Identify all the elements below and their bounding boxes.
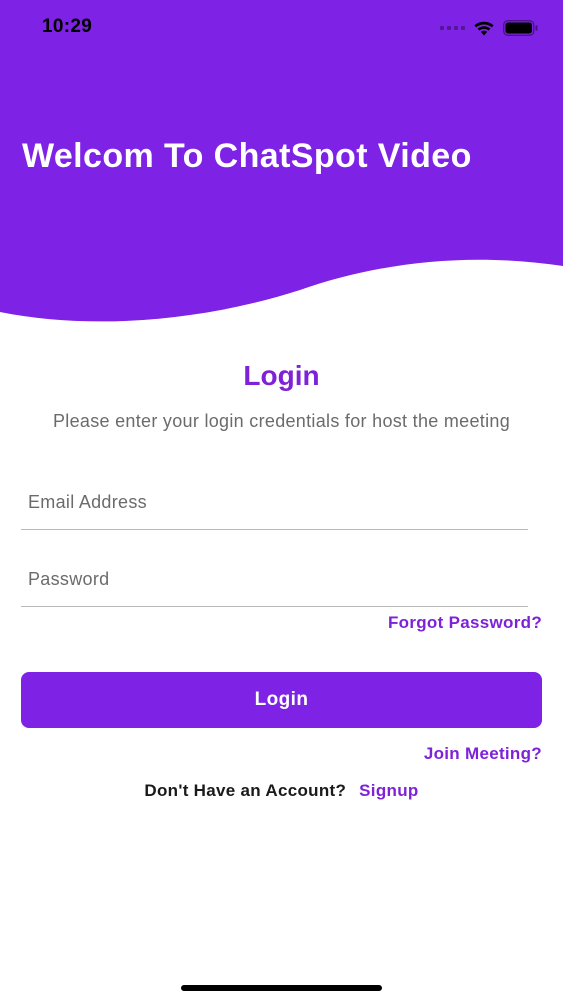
login-screen: 10:29 Welcom To ChatSpot Video Login Ple… [0, 0, 563, 1000]
signup-prompt: Don't Have an Account? [144, 781, 347, 800]
home-indicator[interactable] [181, 985, 382, 991]
status-icons [440, 20, 539, 36]
signup-row: Don't Have an Account? Signup [0, 781, 563, 801]
password-input[interactable] [21, 551, 528, 606]
wifi-icon [474, 21, 494, 36]
battery-icon [503, 20, 538, 36]
login-subtitle: Please enter your login credentials for … [52, 411, 511, 431]
join-meeting-link[interactable]: Join Meeting? [424, 744, 542, 764]
status-time: 10:29 [42, 16, 93, 37]
status-bar: 10:29 [0, 0, 563, 56]
forgot-password-link[interactable]: Forgot Password? [388, 613, 542, 633]
email-field-container [21, 474, 528, 530]
welcome-title: Welcom To ChatSpot Video [22, 137, 472, 175]
login-button[interactable]: Login [21, 672, 542, 728]
password-field-container [21, 551, 528, 607]
signup-link[interactable]: Signup [359, 781, 418, 801]
email-input[interactable] [21, 474, 528, 529]
login-heading: Login [243, 360, 320, 391]
cellular-signal-icon [440, 26, 465, 30]
